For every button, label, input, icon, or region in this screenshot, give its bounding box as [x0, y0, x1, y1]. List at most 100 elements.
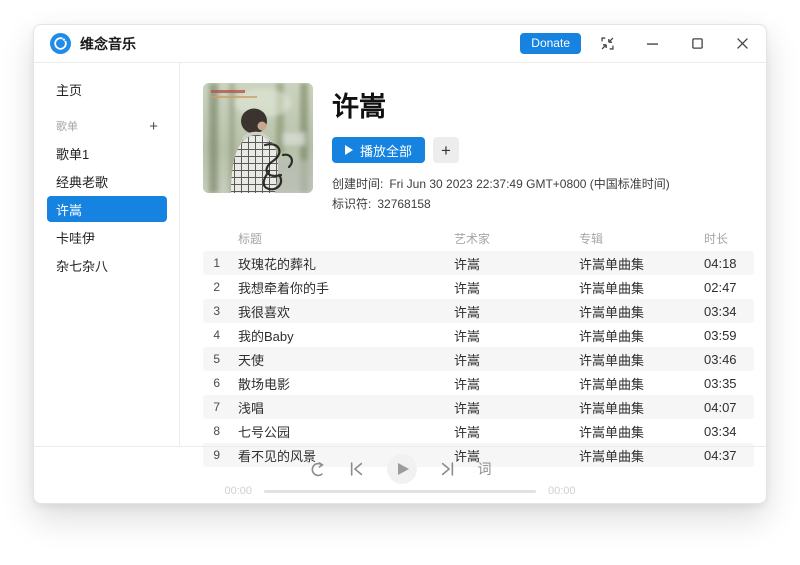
- song-title: 玫瑰花的葬礼: [238, 256, 317, 272]
- playlist-meta: 创建时间: Fri Jun 30 2023 22:37:49 GMT+0800 (…: [332, 174, 670, 214]
- song-row[interactable]: 7 浅唱 许嵩 许嵩单曲集 04:07: [203, 395, 754, 419]
- song-title: 天使: [238, 352, 265, 368]
- song-row[interactable]: 8 七号公园 许嵩 许嵩单曲集 03:34: [203, 419, 754, 443]
- player-bar: 词 00:00 00:00: [34, 446, 766, 503]
- song-duration: 03:59: [704, 327, 737, 343]
- add-song-button[interactable]: +: [433, 137, 460, 163]
- song-title: 我想牵着你的手: [238, 280, 330, 296]
- song-album: 许嵩单曲集: [579, 400, 645, 416]
- song-artist: 许嵩: [454, 256, 481, 272]
- playlist-section-label: 歌单: [56, 121, 78, 133]
- created-time-value: Fri Jun 30 2023 22:37:49 GMT+0800 (中国标准时…: [389, 177, 670, 191]
- created-time-label: 创建时间:: [332, 177, 384, 191]
- song-number: 2: [213, 280, 220, 294]
- sidebar-item-playlist[interactable]: 许嵩: [47, 196, 167, 222]
- song-album: 许嵩单曲集: [579, 328, 645, 344]
- minimize-button[interactable]: [644, 36, 660, 52]
- song-number: 7: [213, 400, 220, 414]
- sidebar-item-playlist[interactable]: 歌单1: [47, 140, 167, 166]
- song-duration: 03:35: [704, 375, 737, 391]
- play-triangle-icon: [397, 463, 409, 475]
- song-album: 许嵩单曲集: [579, 352, 645, 368]
- content-area: 许嵩 播放全部 + 创建时间: Fri Jun 30 2023 22:37:49 …: [180, 63, 766, 467]
- column-duration: 时长: [704, 231, 729, 246]
- song-title: 我的Baby: [238, 328, 294, 344]
- song-album: 许嵩单曲集: [579, 376, 645, 392]
- song-row[interactable]: 6 散场电影 许嵩 许嵩单曲集 03:35: [203, 371, 754, 395]
- sidebar-item-home[interactable]: 主页: [47, 76, 167, 102]
- song-row[interactable]: 3 我很喜欢 许嵩 许嵩单曲集 03:34: [203, 299, 754, 323]
- song-table: 标题 艺术家 专辑 时长 1 玫瑰花的葬礼 许嵩 许嵩单曲集 04:18 2 我…: [203, 227, 754, 467]
- song-title: 浅唱: [238, 400, 265, 416]
- song-duration: 02:47: [704, 279, 737, 295]
- song-table-header: 标题 艺术家 专辑 时长: [203, 227, 754, 249]
- next-track-icon[interactable]: [441, 462, 454, 476]
- identifier-row: 标识符: 32768158: [332, 194, 670, 214]
- song-artist: 许嵩: [454, 376, 481, 392]
- play-all-button[interactable]: 播放全部: [332, 137, 426, 163]
- song-title: 七号公园: [238, 424, 291, 440]
- song-album: 许嵩单曲集: [579, 256, 645, 272]
- lyrics-button[interactable]: 词: [478, 459, 492, 479]
- playlist-list: 歌单1 经典老歌 许嵩 卡哇伊 杂七杂八: [47, 140, 167, 278]
- identifier-value: 32768158: [377, 197, 431, 211]
- play-icon: [345, 145, 353, 155]
- identifier-label: 标识符:: [332, 197, 372, 211]
- song-duration: 03:34: [704, 423, 737, 439]
- song-artist: 许嵩: [454, 352, 481, 368]
- app-title: 维念音乐: [80, 35, 136, 52]
- sidebar-item-playlist[interactable]: 卡哇伊: [47, 224, 167, 250]
- current-time: 00:00: [224, 485, 252, 497]
- progress-row: 00:00 00:00: [34, 485, 766, 497]
- song-number: 1: [213, 256, 220, 270]
- song-album: 许嵩单曲集: [579, 304, 645, 320]
- column-artist: 艺术家: [454, 231, 491, 246]
- song-artist: 许嵩: [454, 280, 481, 296]
- song-number: 5: [213, 352, 220, 366]
- sidebar-item-playlist[interactable]: 经典老歌: [47, 168, 167, 194]
- song-duration: 03:34: [704, 303, 737, 319]
- playlist-info: 许嵩 播放全部 + 创建时间: Fri Jun 30 2023 22:37:49 …: [332, 83, 670, 214]
- sidebar: 主页 歌单 + 歌单1 经典老歌 许嵩 卡哇伊 杂七杂八: [34, 63, 180, 446]
- titlebar: 维念音乐 Donate: [34, 25, 766, 63]
- player-controls: 词: [34, 454, 766, 484]
- sidebar-item-playlist[interactable]: 杂七杂八: [47, 252, 167, 278]
- song-album: 许嵩单曲集: [579, 424, 645, 440]
- column-title: 标题: [238, 231, 263, 246]
- song-row[interactable]: 4 我的Baby 许嵩 许嵩单曲集 03:59: [203, 323, 754, 347]
- song-table-body: 1 玫瑰花的葬礼 许嵩 许嵩单曲集 04:18 2 我想牵着你的手 许嵩 许嵩单…: [203, 251, 754, 467]
- add-playlist-icon[interactable]: +: [149, 119, 158, 134]
- song-album: 许嵩单曲集: [579, 280, 645, 296]
- song-row[interactable]: 2 我想牵着你的手 许嵩 许嵩单曲集 02:47: [203, 275, 754, 299]
- song-number: 3: [213, 304, 220, 318]
- song-artist: 许嵩: [454, 424, 481, 440]
- song-number: 6: [213, 376, 220, 390]
- song-duration: 04:07: [704, 399, 737, 415]
- playlist-title: 许嵩: [332, 92, 386, 122]
- created-time-row: 创建时间: Fri Jun 30 2023 22:37:49 GMT+0800 (…: [332, 174, 670, 194]
- window-controls: [599, 36, 750, 52]
- previous-track-icon[interactable]: [350, 462, 363, 476]
- song-row[interactable]: 1 玫瑰花的葬礼 许嵩 许嵩单曲集 04:18: [203, 251, 754, 275]
- song-row[interactable]: 5 天使 许嵩 许嵩单曲集 03:46: [203, 347, 754, 371]
- total-time: 00:00: [548, 485, 576, 497]
- maximize-button[interactable]: [689, 36, 705, 52]
- song-number: 4: [213, 328, 220, 342]
- song-artist: 许嵩: [454, 328, 481, 344]
- repeat-icon[interactable]: [309, 461, 326, 477]
- playlist-header: 许嵩 播放全部 + 创建时间: Fri Jun 30 2023 22:37:49 …: [203, 83, 754, 214]
- close-button[interactable]: [734, 36, 750, 52]
- donate-button[interactable]: Donate: [520, 33, 581, 54]
- app-window: 维念音乐 Donate 主页 歌单 + 歌单1 经典老歌 许嵩 卡哇伊 杂七杂八…: [33, 24, 767, 504]
- column-album: 专辑: [579, 231, 604, 246]
- song-duration: 04:18: [704, 255, 737, 271]
- main-area: 主页 歌单 + 歌单1 经典老歌 许嵩 卡哇伊 杂七杂八 许嵩 播放全部 + 创…: [34, 63, 766, 467]
- progress-bar[interactable]: [264, 489, 536, 493]
- play-pause-button[interactable]: [386, 454, 417, 484]
- playlist-section-header: 歌单 +: [47, 118, 167, 134]
- song-artist: 许嵩: [454, 400, 481, 416]
- song-duration: 03:46: [704, 351, 737, 367]
- app-logo-icon: [50, 33, 71, 54]
- fullscreen-toggle-icon[interactable]: [599, 36, 615, 52]
- song-artist: 许嵩: [454, 304, 481, 320]
